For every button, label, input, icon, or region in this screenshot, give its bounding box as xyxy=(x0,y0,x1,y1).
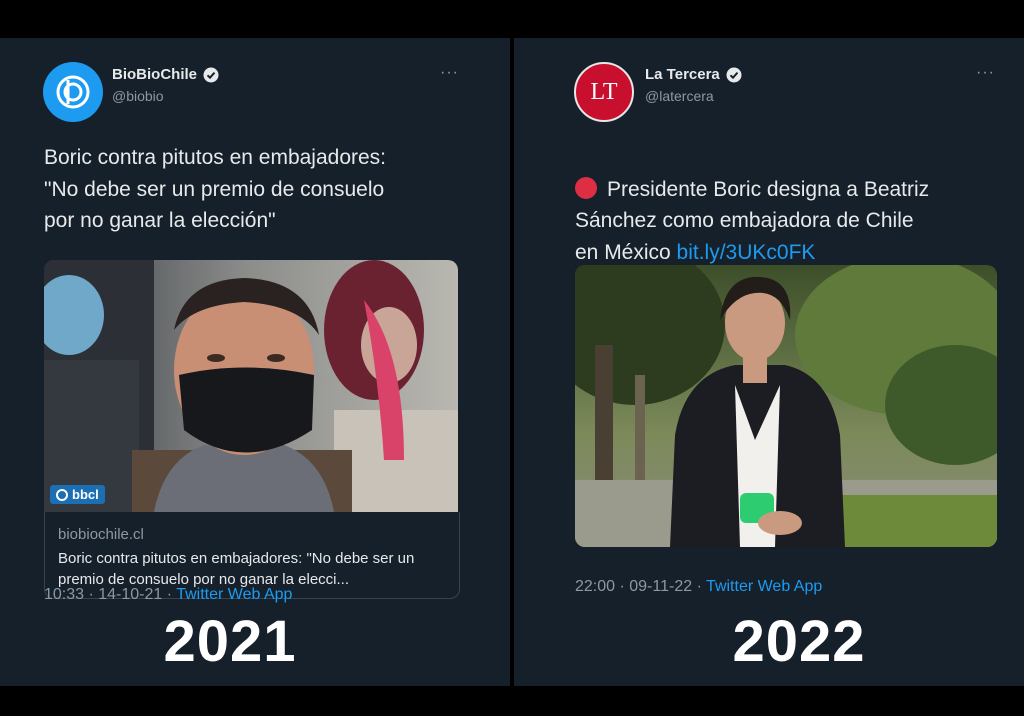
beatriz-sanchez-photo xyxy=(575,265,997,547)
verified-badge-icon xyxy=(203,67,219,82)
more-options-icon[interactable]: ··· xyxy=(440,64,459,82)
avatar-biobio[interactable] xyxy=(43,62,103,122)
tweet-text: Boric contra pitutos en embajadores: "No… xyxy=(44,146,387,232)
tweet-image[interactable]: bbcl xyxy=(44,260,458,512)
tweet-link[interactable]: bit.ly/3UKc0FK xyxy=(677,241,816,264)
tweet-left: BioBioChile @biobio ··· Boric contra pit… xyxy=(0,38,510,686)
card-title: Boric contra pitutos en embajadores: "No… xyxy=(58,550,415,588)
tweet-text: Presidente Boric designa a Beatriz Sánch… xyxy=(575,142,1015,268)
more-options-icon[interactable]: ··· xyxy=(976,64,995,82)
source-app[interactable]: Twitter Web App xyxy=(176,586,292,603)
account-name[interactable]: La Tercera xyxy=(645,66,720,83)
account-handle[interactable]: @biobio xyxy=(112,88,164,104)
source-app[interactable]: Twitter Web App xyxy=(706,578,822,595)
red-circle-icon xyxy=(575,176,597,199)
tweet-right: LT La Tercera @latercera ··· Presidente … xyxy=(514,38,1024,686)
biobio-logo-icon xyxy=(56,75,90,109)
year-label: 2022 xyxy=(732,609,866,674)
timestamp[interactable]: 22:00 · 09-11-22 · xyxy=(575,578,706,595)
timestamp[interactable]: 10:33 · 14-10-21 · xyxy=(44,586,176,603)
year-label: 2021 xyxy=(163,609,297,674)
account-handle[interactable]: @latercera xyxy=(645,88,714,104)
avatar-latercera[interactable]: LT xyxy=(574,62,634,122)
avatar-text: LT xyxy=(590,78,618,105)
bbcl-logo-icon xyxy=(56,488,68,501)
boric-photo xyxy=(44,260,458,512)
tweet-image[interactable] xyxy=(575,265,997,547)
tweet-meta: 22:00 · 09-11-22 · Twitter Web App xyxy=(575,578,822,596)
account-name[interactable]: BioBioChile xyxy=(112,66,197,83)
verified-badge-icon xyxy=(726,67,742,82)
bbcl-watermark: bbcl xyxy=(50,485,105,504)
image-badge: bbcl xyxy=(72,487,99,502)
card-domain: biobiochile.cl xyxy=(58,526,144,543)
tweet-meta: 10:33 · 14-10-21 · Twitter Web App xyxy=(44,586,292,604)
